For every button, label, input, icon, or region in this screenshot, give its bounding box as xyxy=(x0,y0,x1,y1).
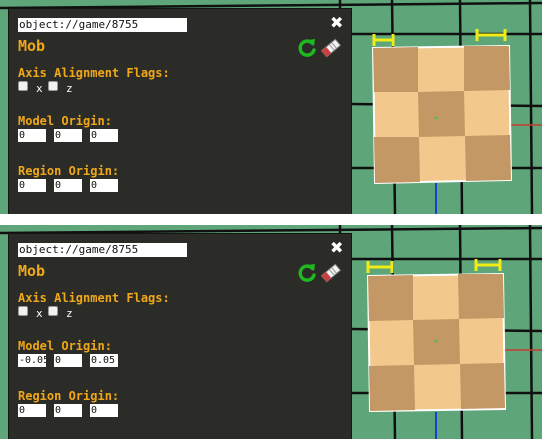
refresh-green-icon[interactable] xyxy=(296,262,318,284)
flag-x-label: x xyxy=(36,82,43,95)
model-origin-x-input[interactable]: 0 xyxy=(18,129,46,142)
flag-z-label: z xyxy=(66,307,73,320)
flag-x-checkbox[interactable] xyxy=(18,306,28,316)
viewport-frame-after: object://game/8755 ✖ Mob Axis Alignment … xyxy=(0,225,542,439)
flag-x-checkbox[interactable] xyxy=(18,81,28,91)
model-origin-label: Model Origin: xyxy=(18,114,112,128)
refresh-green-icon[interactable] xyxy=(296,37,318,59)
model-origin-label: Model Origin: xyxy=(18,339,112,353)
model-origin-y-input[interactable]: 0 xyxy=(54,129,82,142)
model-origin-z-input[interactable]: 0 xyxy=(90,129,118,142)
model-origin-z-input[interactable]: 0.05 xyxy=(90,354,118,367)
viewport-frame-before: object://game/8755 ✖ Mob Axis Alignment … xyxy=(0,0,542,214)
region-origin-y-input[interactable]: 0 xyxy=(54,404,82,417)
flag-z-label: z xyxy=(66,82,73,95)
region-origin-x-input[interactable]: 0 xyxy=(18,179,46,192)
flag-z-checkbox[interactable] xyxy=(48,306,58,316)
object-inspector-panel: object://game/8755 ✖ Mob Axis Alignment … xyxy=(8,8,352,214)
mob-tile-model[interactable] xyxy=(371,44,513,185)
eraser-icon[interactable] xyxy=(319,262,343,284)
axis-alignment-flags-label: Axis Alignment Flags: xyxy=(18,291,170,305)
flag-x-label: x xyxy=(36,307,43,320)
object-url-field[interactable]: object://game/8755 xyxy=(18,18,187,32)
flag-z-checkbox[interactable] xyxy=(48,81,58,91)
region-origin-x-input[interactable]: 0 xyxy=(18,404,46,417)
model-origin-x-input[interactable]: -0.05 xyxy=(18,354,46,367)
object-url-field[interactable]: object://game/8755 xyxy=(18,243,187,257)
close-x-icon[interactable]: ✖ xyxy=(330,240,343,256)
region-origin-label: Region Origin: xyxy=(18,389,120,403)
object-inspector-panel: object://game/8755 ✖ Mob Axis Alignment … xyxy=(8,233,352,439)
mob-tile-model[interactable] xyxy=(366,272,507,413)
axis-alignment-flags-label: Axis Alignment Flags: xyxy=(18,66,170,80)
region-origin-z-input[interactable]: 0 xyxy=(90,404,118,417)
close-x-icon[interactable]: ✖ xyxy=(330,15,343,31)
eraser-icon[interactable] xyxy=(319,37,343,59)
object-title: Mob xyxy=(18,262,46,280)
region-origin-y-input[interactable]: 0 xyxy=(54,179,82,192)
object-title: Mob xyxy=(18,37,46,55)
region-origin-label: Region Origin: xyxy=(18,164,120,178)
region-origin-z-input[interactable]: 0 xyxy=(90,179,118,192)
model-origin-y-input[interactable]: 0 xyxy=(54,354,82,367)
